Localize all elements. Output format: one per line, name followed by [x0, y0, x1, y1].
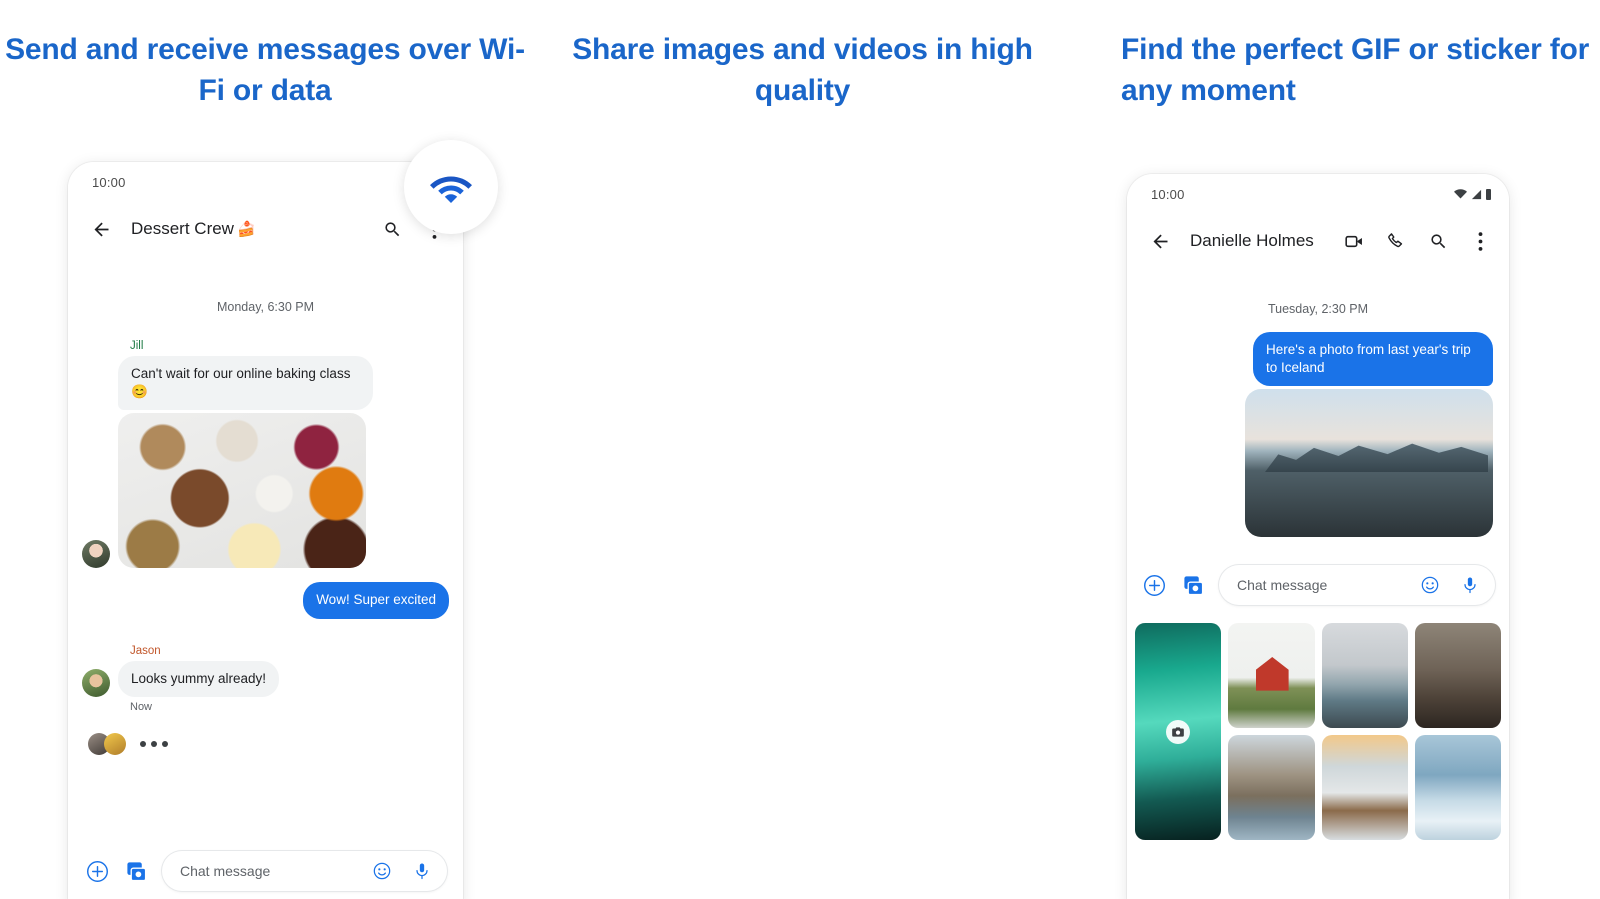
message-row-incoming-2: Looks yummy already!	[82, 660, 449, 697]
message-bubble-incoming[interactable]: Can't wait for our online baking class 😊	[118, 356, 373, 411]
avatar-reader-2	[104, 732, 126, 755]
conversation-thread: Monday, 6:30 PM Jill Can't wait for our …	[68, 300, 463, 755]
plus-icon[interactable]	[84, 858, 110, 884]
baking-ingredients-photo[interactable]	[118, 413, 366, 569]
chat-message-input[interactable]: Chat message	[162, 851, 447, 891]
panel-media: Share images and videos in high quality …	[530, 0, 1509, 899]
back-arrow-icon[interactable]	[88, 216, 114, 242]
read-receipts-and-typing	[88, 732, 449, 755]
panel-messaging: Send and receive messages over Wi-Fi or …	[0, 0, 530, 899]
emoji-icon[interactable]	[369, 858, 395, 884]
conversation-title: Dessert Crew 🍰	[131, 219, 379, 239]
chat-message-placeholder: Chat message	[180, 863, 271, 879]
conversation-app-bar: Dessert Crew 🍰	[68, 202, 463, 256]
composer-bar: Chat message	[68, 839, 463, 899]
message-timestamp: Now	[130, 700, 153, 713]
promo-screenshot: Send and receive messages over Wi-Fi or …	[0, 0, 1600, 899]
message-bubble-outgoing[interactable]: Wow! Super excited	[303, 582, 449, 619]
microphone-icon[interactable]	[409, 858, 435, 884]
sender-name-jason: Jason	[130, 644, 161, 657]
gallery-camera-icon[interactable]	[123, 858, 149, 884]
typing-indicator-dots	[140, 740, 168, 747]
sender-name-jill: Jill	[130, 340, 144, 352]
message-bubble-incoming-2[interactable]: Looks yummy already!	[118, 660, 280, 697]
panel-stickers: Find the perfect GIF or sticker for any …	[1075, 0, 1600, 899]
conversation-title-text: Dessert Crew	[131, 219, 234, 238]
message-row-incoming: Can't wait for our online baking class 😊	[82, 356, 449, 569]
panel-2-headline: Share images and videos in high quality	[572, 33, 1033, 107]
wifi-icon	[430, 176, 472, 203]
avatar-jason[interactable]	[82, 668, 110, 697]
panel-3-headline: Find the perfect GIF or sticker for any …	[1121, 33, 1590, 107]
panel-1-headline: Send and receive messages over Wi-Fi or …	[5, 33, 525, 107]
phone-1-screen: 10:00 Dessert Crew 🍰 Monday, 6:30 PM Jil…	[68, 162, 463, 899]
wifi-icon-badge	[404, 140, 498, 234]
message-row-outgoing: Wow! Super excited	[82, 582, 449, 619]
search-icon[interactable]	[379, 216, 405, 242]
phone-mockup-1: 10:00 Dessert Crew 🍰 Monday, 6:30 PM Jil…	[68, 162, 463, 899]
status-time: 10:00	[92, 174, 126, 190]
cake-emoji: 🍰	[236, 221, 256, 238]
day-timestamp: Monday, 6:30 PM	[216, 300, 315, 314]
